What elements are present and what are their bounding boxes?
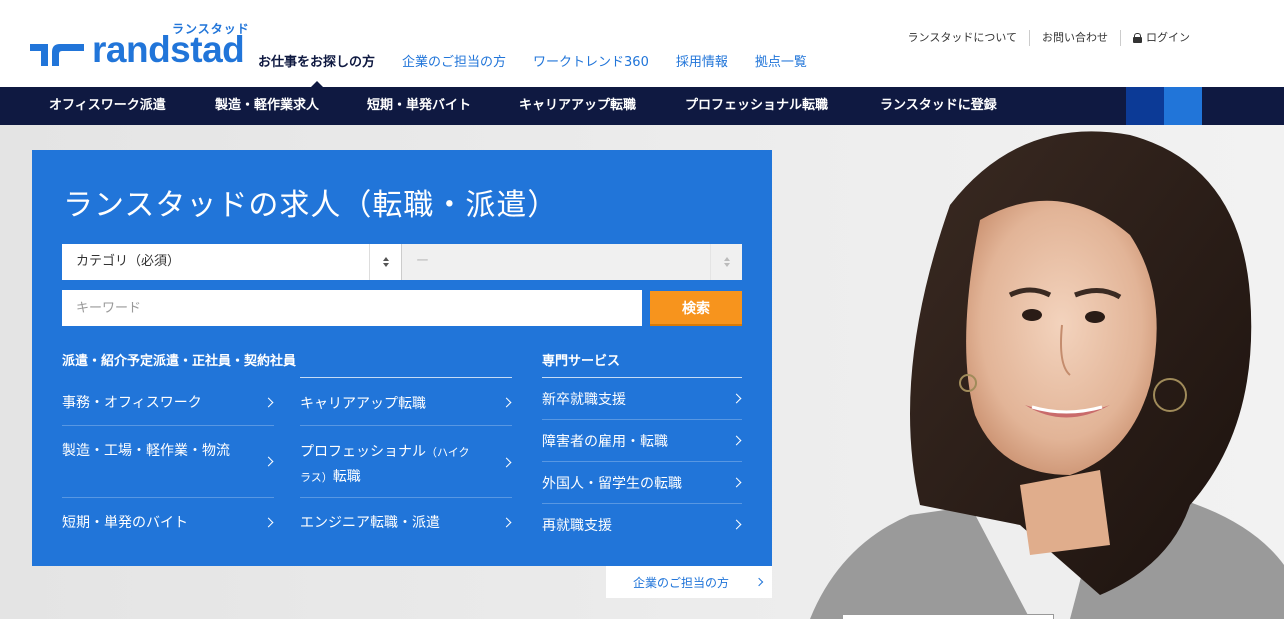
category-select[interactable]: カテゴリ（必須） [62, 244, 402, 280]
nav-job-seekers[interactable]: お仕事をお探しの方 [258, 51, 375, 87]
link-re-employment[interactable]: 再就職支援 [542, 504, 742, 546]
hero-person-photo [810, 131, 1284, 619]
util-login-link[interactable]: ログイン [1120, 30, 1202, 46]
chevron-right-icon [263, 517, 274, 528]
dispatch-section-heading: 派遣・紹介予定派遣・正社員・契約社員 [62, 354, 297, 369]
chevron-right-icon [501, 457, 512, 468]
chevron-right-icon [731, 393, 742, 404]
chevron-right-icon [501, 397, 512, 408]
category-bar: オフィスワーク派遣 製造・軽作業求人 短期・単発バイト キャリアアップ転職 プロ… [0, 87, 1284, 125]
chevron-right-icon [263, 397, 274, 408]
accent-block-light [1164, 87, 1202, 125]
nav-worktrend360[interactable]: ワークトレンド360 [533, 51, 649, 87]
search-button[interactable]: 検索 [650, 291, 742, 326]
site-header: ランスタッド randstad お仕事をお探しの方 企業のご担当の方 ワークトレ… [0, 0, 1284, 87]
corporate-tab-label: 企業のご担当の方 [633, 576, 730, 590]
cat-professional[interactable]: プロフェッショナル転職 [685, 87, 828, 125]
cat-register[interactable]: ランスタッドに登録 [880, 87, 997, 125]
job-search-panel: ランスタッドの求人（転職・派遣） カテゴリ（必須） ー 検索 派遣・紹介予定派遣… [32, 150, 772, 566]
link-career-up[interactable]: キャリアアップ転職 [300, 378, 512, 426]
cat-career-up[interactable]: キャリアアップ転職 [519, 87, 636, 125]
chevron-right-icon [263, 456, 274, 467]
chevron-right-icon [731, 519, 742, 530]
chevron-right-icon [731, 477, 742, 488]
link-foreign-students[interactable]: 外国人・留学生の転職 [542, 462, 742, 504]
link-professional[interactable]: プロフェッショナル（ハイク ラス）転職 [300, 426, 512, 498]
link-new-grad[interactable]: 新卒就職支援 [542, 378, 742, 420]
nav-recruit[interactable]: 採用情報 [676, 51, 728, 87]
photo-caption-box [842, 614, 1054, 619]
cat-short-term[interactable]: 短期・単発バイト [367, 87, 471, 125]
randstad-mark-icon [30, 44, 84, 66]
login-label: ログイン [1146, 31, 1190, 44]
keyword-input[interactable] [62, 290, 642, 326]
nav-locations[interactable]: 拠点一覧 [755, 51, 807, 87]
subcategory-select[interactable]: ー [402, 244, 742, 280]
chevron-right-icon [731, 435, 742, 446]
chevron-right-icon [754, 577, 764, 587]
main-nav: お仕事をお探しの方 企業のご担当の方 ワークトレンド360 採用情報 拠点一覧 [258, 51, 834, 87]
accent-block-dark [1126, 87, 1164, 125]
util-contact-link[interactable]: お問い合わせ [1029, 30, 1120, 46]
specialty-section-heading: 専門サービス [542, 354, 621, 369]
util-about-link[interactable]: ランスタッドについて [896, 30, 1029, 46]
logo-wordmark: randstad [92, 29, 245, 70]
select-arrows-icon [710, 244, 742, 280]
subcategory-select-value: ー [416, 254, 430, 269]
link-office-work[interactable]: 事務・オフィスワーク [62, 378, 274, 426]
category-select-value: カテゴリ（必須） [76, 254, 181, 269]
cat-office-work[interactable]: オフィスワーク派遣 [49, 87, 166, 125]
link-engineer[interactable]: エンジニア転職・派遣 [300, 498, 512, 546]
select-arrows-icon [369, 244, 401, 280]
search-panel-title: ランスタッドの求人（転職・派遣） [63, 188, 559, 223]
utility-nav: ランスタッドについて お問い合わせ ログイン [896, 30, 1202, 46]
link-short-term-part-time[interactable]: 短期・単発のバイト [62, 498, 274, 546]
lock-icon [1133, 33, 1142, 43]
randstad-logo[interactable]: ランスタッド randstad [30, 20, 249, 70]
corporate-tab-link[interactable]: 企業のご担当の方 [606, 566, 772, 598]
chevron-right-icon [501, 517, 512, 528]
link-manufacturing[interactable]: 製造・工場・軽作業・物流 [62, 426, 274, 498]
link-disability-employment[interactable]: 障害者の雇用・転職 [542, 420, 742, 462]
nav-corporate[interactable]: 企業のご担当の方 [402, 51, 506, 87]
cat-manufacturing[interactable]: 製造・軽作業求人 [215, 87, 319, 125]
